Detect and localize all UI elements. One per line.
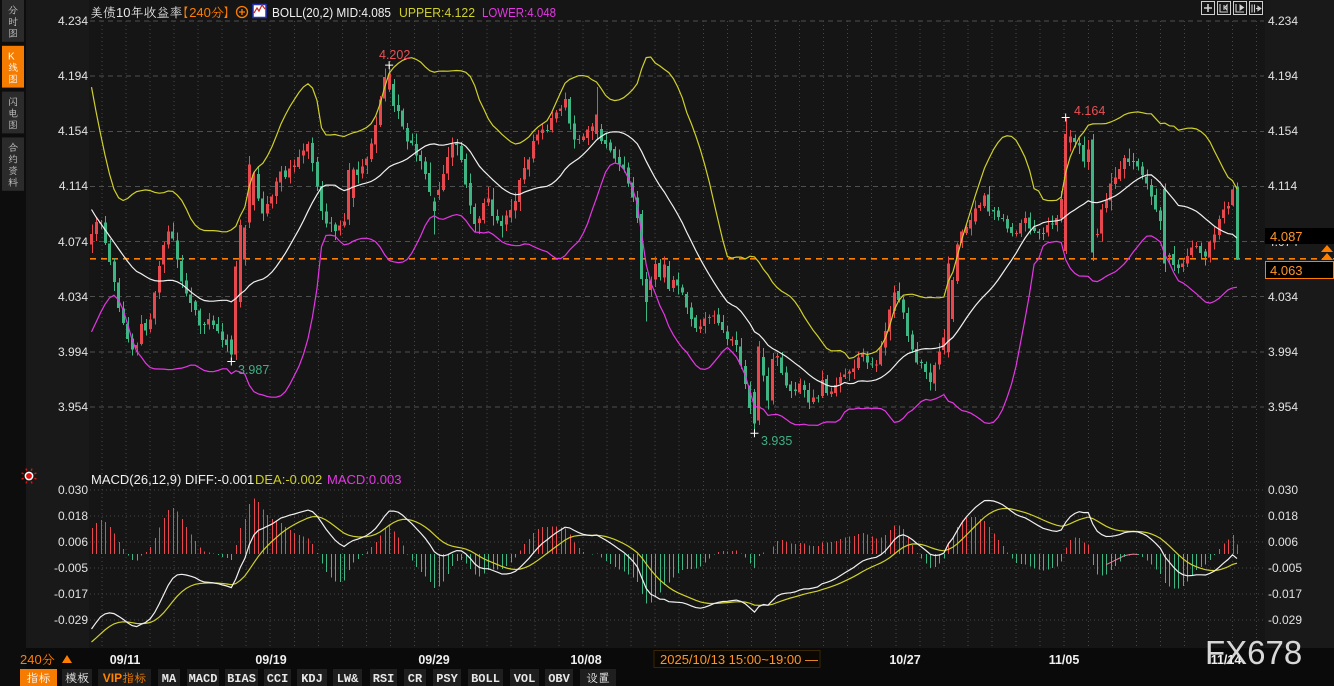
svg-text:4.234: 4.234	[58, 14, 88, 28]
svg-text:BIAS: BIAS	[227, 672, 256, 686]
svg-text:4.164: 4.164	[1074, 104, 1105, 118]
svg-text:09/29: 09/29	[418, 653, 449, 667]
svg-text:0.030: 0.030	[1268, 483, 1298, 497]
svg-text:MA: MA	[162, 672, 177, 686]
svg-text:4.063: 4.063	[1270, 263, 1303, 278]
svg-text:PSY: PSY	[436, 672, 458, 686]
svg-text:BOLL(20,2) MID:4.085: BOLL(20,2) MID:4.085	[272, 5, 391, 20]
svg-text:RSI: RSI	[373, 672, 395, 686]
svg-text:4.202: 4.202	[379, 48, 410, 62]
svg-text:4.114: 4.114	[1268, 179, 1297, 193]
svg-text:240: 240	[189, 5, 211, 20]
svg-text:-0.029: -0.029	[1268, 613, 1302, 627]
svg-text:0.006: 0.006	[58, 535, 88, 549]
svg-text:4.034: 4.034	[1268, 290, 1298, 304]
svg-text:VOL: VOL	[514, 672, 536, 686]
svg-text:4.154: 4.154	[1268, 124, 1298, 138]
svg-text:FX678: FX678	[1205, 634, 1302, 671]
svg-text:09/11: 09/11	[110, 653, 141, 667]
svg-text:-0.017: -0.017	[54, 587, 88, 601]
svg-text:0.018: 0.018	[1268, 509, 1298, 523]
svg-text:OBV: OBV	[548, 672, 570, 686]
svg-text:KDJ: KDJ	[301, 672, 323, 686]
svg-text:MACD(26,12,9) DIFF:-0.001: MACD(26,12,9) DIFF:-0.001	[91, 472, 254, 487]
svg-text:09/19: 09/19	[255, 653, 286, 667]
svg-text:-0.005: -0.005	[1268, 561, 1302, 575]
svg-text:10/27: 10/27	[889, 653, 920, 667]
svg-text:3.935: 3.935	[761, 434, 792, 448]
svg-text:4.087: 4.087	[1270, 229, 1303, 244]
svg-text:4.074: 4.074	[58, 235, 88, 249]
svg-text:MACD:0.003: MACD:0.003	[327, 472, 401, 487]
svg-text:BOLL: BOLL	[471, 672, 500, 686]
svg-text:4.034: 4.034	[58, 290, 88, 304]
svg-text:CR: CR	[408, 672, 423, 686]
svg-text:10/08: 10/08	[570, 653, 601, 667]
svg-text:4.114: 4.114	[59, 179, 88, 193]
svg-text:UPPER:4.122: UPPER:4.122	[399, 5, 475, 20]
svg-text:2025/10/13 15:00~19:00 —: 2025/10/13 15:00~19:00 —	[660, 652, 818, 667]
svg-text:3.954: 3.954	[1268, 400, 1298, 414]
svg-text:10: 10	[116, 5, 130, 20]
svg-text:3.994: 3.994	[1268, 345, 1298, 359]
svg-text:4.194: 4.194	[58, 69, 88, 83]
svg-text:4.154: 4.154	[58, 124, 88, 138]
svg-text:-0.005: -0.005	[54, 561, 88, 575]
svg-text:0.018: 0.018	[58, 509, 88, 523]
svg-text:-0.029: -0.029	[54, 613, 88, 627]
svg-text:K: K	[8, 51, 15, 62]
svg-text:LW&: LW&	[337, 672, 359, 686]
svg-text:4.194: 4.194	[1268, 69, 1298, 83]
svg-text:MACD: MACD	[189, 672, 218, 686]
svg-text:CCI: CCI	[267, 672, 289, 686]
svg-text:VIP: VIP	[103, 671, 122, 685]
svg-text:-0.017: -0.017	[1268, 587, 1302, 601]
svg-text:240: 240	[20, 652, 42, 667]
svg-text:LOWER:4.048: LOWER:4.048	[482, 5, 556, 20]
svg-text:4.234: 4.234	[1268, 14, 1298, 28]
svg-text:3.987: 3.987	[238, 363, 269, 377]
svg-text:0.030: 0.030	[58, 483, 88, 497]
svg-text:3.954: 3.954	[58, 400, 88, 414]
svg-text:11/05: 11/05	[1049, 653, 1080, 667]
svg-text:3.994: 3.994	[58, 345, 88, 359]
svg-text:0.006: 0.006	[1268, 535, 1298, 549]
svg-text:DEA:-0.002: DEA:-0.002	[255, 472, 322, 487]
